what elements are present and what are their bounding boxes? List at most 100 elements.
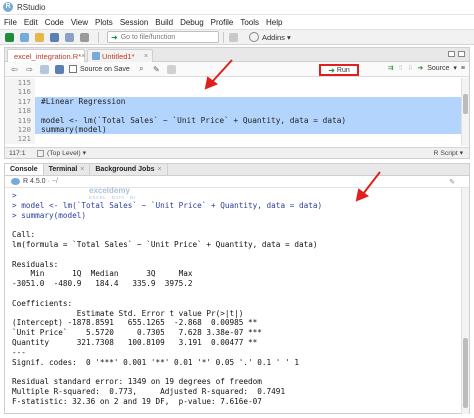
- pane-controls: [448, 51, 465, 57]
- line-text[interactable]: [35, 87, 469, 96]
- console-scrollbar[interactable]: [461, 188, 469, 414]
- code-line: 118: [5, 106, 469, 116]
- line-text[interactable]: model <- lm(`Total Sales` ~ `Unit Price`…: [35, 115, 469, 125]
- workspace-panes-icon[interactable]: [228, 32, 239, 43]
- menu-view[interactable]: View: [71, 18, 88, 27]
- outline-icon[interactable]: ≡: [461, 65, 465, 72]
- chevron-down-icon[interactable]: ▾: [453, 64, 457, 72]
- scope-selector[interactable]: (Top Level) ▾: [37, 149, 86, 157]
- tab-console[interactable]: Console: [5, 164, 44, 175]
- tab-label: Untitled1*: [102, 51, 135, 61]
- menu-tools[interactable]: Tools: [240, 18, 259, 27]
- line-text[interactable]: [35, 106, 469, 116]
- compile-report-icon[interactable]: [166, 64, 177, 75]
- save-icon[interactable]: [54, 64, 65, 75]
- menu-session[interactable]: Session: [120, 18, 148, 27]
- console-output[interactable]: > > model <- lm(`Total Sales` ~ `Unit Pr…: [12, 191, 452, 407]
- goto-file-input[interactable]: ➜ Go to file/function: [107, 31, 219, 43]
- main-toolbar: ➜ Go to file/function Addins ▾: [0, 29, 474, 45]
- console-line: Coefficients:: [12, 298, 73, 308]
- editor-scrollbar[interactable]: [461, 78, 469, 146]
- scope-label: (Top Level): [47, 149, 81, 157]
- rstudio-logo-icon: R: [3, 2, 13, 12]
- chevron-down-icon: ▾: [82, 150, 87, 157]
- line-number: 118: [5, 106, 35, 116]
- console-pane: Console Terminal × Background Jobs × R 4…: [4, 163, 470, 414]
- menu-debug[interactable]: Debug: [180, 18, 204, 27]
- tab-terminal[interactable]: Terminal ×: [44, 164, 91, 175]
- menu-file[interactable]: File: [4, 18, 17, 27]
- menu-profile[interactable]: Profile: [211, 18, 234, 27]
- line-number: 116: [5, 87, 35, 97]
- addins-menu[interactable]: Addins ▾: [249, 32, 291, 42]
- save-all-icon[interactable]: [64, 32, 75, 43]
- open-file-icon[interactable]: [34, 32, 45, 43]
- menu-help[interactable]: Help: [266, 18, 282, 27]
- tab-background-jobs[interactable]: Background Jobs ×: [90, 164, 168, 175]
- editor-toolbar-right: ⇉ ⇧ ⇩ ➜ Source ▾ ≡: [388, 64, 465, 73]
- menu-code[interactable]: Code: [45, 18, 64, 27]
- scrollbar-thumb[interactable]: [463, 338, 468, 408]
- minimize-pane-icon[interactable]: [448, 51, 455, 57]
- forward-arrow-icon[interactable]: ⇨: [24, 64, 35, 75]
- show-in-window-icon[interactable]: [39, 64, 50, 75]
- scrollbar-thumb[interactable]: [463, 94, 468, 114]
- cursor-position: 117:1: [9, 149, 26, 157]
- go-up-icon[interactable]: ⇧: [398, 64, 404, 72]
- code-area[interactable]: 115 116 117 #Linear Regression 118 119 m…: [5, 78, 469, 146]
- tab-label: Console: [10, 166, 38, 173]
- tab-label: excel_integration.R*: [14, 51, 82, 61]
- close-icon[interactable]: ×: [80, 166, 84, 173]
- menu-edit[interactable]: Edit: [24, 18, 38, 27]
- source-arrow-icon[interactable]: ➜: [417, 64, 423, 72]
- menu-bar: File Edit Code View Plots Session Build …: [0, 15, 474, 29]
- new-project-icon[interactable]: [19, 32, 30, 43]
- console-line: Estimate Std. Error t value Pr(>|t|): [12, 308, 244, 318]
- close-icon[interactable]: ×: [144, 53, 148, 60]
- search-icon[interactable]: ⌕: [136, 64, 147, 75]
- source-on-save-checkbox[interactable]: [69, 65, 77, 73]
- goto-placeholder: Go to file/function: [120, 33, 176, 41]
- console-line: lm(formula = `Total Sales` ~ `Unit Price…: [12, 239, 318, 249]
- back-arrow-icon[interactable]: ⇦: [9, 64, 20, 75]
- line-text[interactable]: [35, 78, 469, 87]
- tab-excel-integration[interactable]: excel_integration.R* ×: [7, 49, 85, 62]
- clear-console-icon[interactable]: ✎: [449, 178, 455, 186]
- menu-plots[interactable]: Plots: [95, 18, 113, 27]
- chevron-down-icon: ▾: [286, 32, 291, 42]
- new-file-icon[interactable]: [4, 32, 15, 43]
- menu-build[interactable]: Build: [155, 18, 173, 27]
- file-type-label: R Script: [433, 150, 458, 157]
- maximize-pane-icon[interactable]: [458, 51, 465, 57]
- rerun-icon[interactable]: ⇉: [388, 64, 394, 72]
- wand-icon[interactable]: ✎: [151, 64, 162, 75]
- print-icon[interactable]: [79, 32, 90, 43]
- window-title: RStudio: [17, 2, 46, 12]
- working-directory[interactable]: · ~/: [48, 178, 58, 185]
- console-info-bar: R 4.5.0 · ~/ exceldemy EXCEL · DATA · BI…: [5, 176, 469, 200]
- line-number: 120: [5, 124, 35, 135]
- run-button[interactable]: ➜ Run: [319, 64, 359, 76]
- addins-label: Addins: [262, 32, 285, 42]
- file-type-selector[interactable]: R Script ▾: [434, 149, 469, 157]
- code-line: 121: [5, 134, 469, 144]
- source-on-save-label: Source on Save: [80, 65, 130, 73]
- line-text[interactable]: #Linear Regression: [35, 96, 469, 107]
- save-icon[interactable]: [49, 32, 60, 43]
- editor-toolbar: ⇦ ⇨ Source on Save ⌕ ✎ ➜ Run ⇉ ⇧ ⇩ ➜ Sou…: [5, 62, 469, 77]
- toolbar-divider: [98, 31, 99, 43]
- r-file-icon: [92, 52, 100, 60]
- line-text[interactable]: summary(model): [35, 124, 469, 135]
- go-down-icon[interactable]: ⇩: [407, 64, 413, 72]
- console-line: > summary(model): [12, 210, 87, 220]
- console-line: Residuals:: [12, 259, 59, 269]
- line-text[interactable]: [35, 134, 469, 143]
- console-line: ---: [12, 347, 26, 357]
- close-icon[interactable]: ×: [81, 53, 85, 60]
- source-label[interactable]: Source: [427, 65, 449, 72]
- close-icon[interactable]: ×: [158, 166, 162, 173]
- tab-untitled1[interactable]: Untitled1* ×: [87, 49, 153, 62]
- console-line: Call:: [12, 230, 36, 240]
- console-line: >: [12, 191, 17, 200]
